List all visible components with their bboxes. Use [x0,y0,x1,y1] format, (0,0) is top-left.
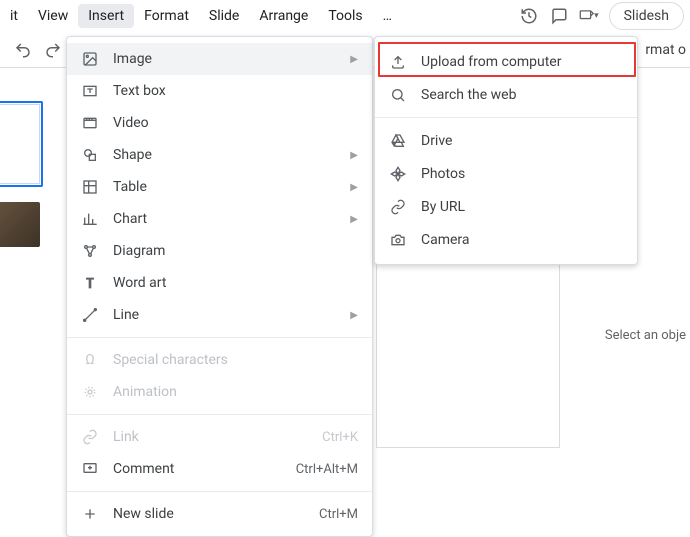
menu-item-animation: Animation [67,376,372,408]
menu-item-label: By URL [421,199,623,215]
menu-item-label: Animation [113,384,358,400]
menu-item-textbox[interactable]: Text box [67,75,372,107]
menu-item-table[interactable]: Table ▶ [67,171,372,203]
submenu-arrow-icon: ▶ [350,150,358,161]
menubar: it View Insert Format Slide Arrange Tool… [0,0,690,32]
undo-icon[interactable] [12,39,34,61]
link-icon [389,198,407,216]
menu-item-link: Link Ctrl+K [67,421,372,453]
menu-item-label: Special characters [113,352,358,368]
menu-item-label: Text box [113,83,358,99]
menu-item-label: Line [113,307,336,323]
drive-icon [389,132,407,150]
comment-add-icon [81,460,99,478]
menu-item-image[interactable]: Image ▶ [67,43,372,75]
chart-icon [81,210,99,228]
menu-more[interactable]: … [373,4,402,28]
link-icon [81,428,99,446]
shortcut-text: Ctrl+Alt+M [296,462,358,477]
menu-item-label: Diagram [113,243,358,259]
video-icon [81,114,99,132]
sidebar-hint-text: Select an obje [605,328,686,343]
menu-item-label: Word art [113,275,358,291]
menu-item-label: Shape [113,147,336,163]
submenu-upload-from-computer[interactable]: Upload from computer [375,45,637,78]
menu-item-wordart[interactable]: Word art [67,267,372,299]
menu-item-label: Camera [421,232,623,248]
toolbar-right-text: rmat o [645,42,686,58]
shortcut-text: Ctrl+K [322,430,358,445]
menu-item-label: Link [113,429,308,445]
menu-format[interactable]: Format [134,4,199,28]
history-icon[interactable] [519,6,539,26]
redo-icon[interactable] [42,39,64,61]
menu-item-comment[interactable]: Comment Ctrl+Alt+M [67,453,372,485]
image-icon [81,50,99,68]
slide-thumbnail-2[interactable] [0,202,40,247]
photos-icon [389,165,407,183]
slide-thumbnail-1[interactable] [0,104,40,184]
canvas-placeholder [376,254,560,448]
menu-item-label: Search the web [421,87,623,103]
shape-icon [81,146,99,164]
menu-item-chart[interactable]: Chart ▶ [67,203,372,235]
menu-item-new-slide[interactable]: New slide Ctrl+M [67,498,372,530]
plus-icon [81,505,99,523]
menu-item-label: Chart [113,211,336,227]
menu-insert[interactable]: Insert [78,4,134,28]
menu-item-label: New slide [113,506,305,522]
menu-edit-truncated[interactable]: it [0,4,28,28]
menu-item-label: Table [113,179,336,195]
menu-item-video[interactable]: Video [67,107,372,139]
menu-item-label: Photos [421,166,623,182]
menu-item-label: Comment [113,461,282,477]
submenu-by-url[interactable]: By URL [375,190,637,223]
special-characters-icon: Ω [81,351,99,369]
menu-slide[interactable]: Slide [199,4,249,28]
upload-icon [389,53,407,71]
menu-item-label: Upload from computer [421,54,623,70]
menu-item-label: Image [113,51,336,67]
submenu-arrow-icon: ▶ [350,182,358,193]
menubar-right: ▾ Slidesh [519,2,684,30]
menu-separator [67,491,372,492]
animation-icon [81,383,99,401]
shortcut-text: Ctrl+M [319,507,358,522]
menu-tools[interactable]: Tools [318,4,372,28]
present-icon[interactable]: ▾ [579,6,599,26]
camera-icon [389,231,407,249]
menu-separator [67,337,372,338]
menu-arrange[interactable]: Arrange [249,4,318,28]
comment-icon[interactable] [549,6,569,26]
line-icon [81,306,99,324]
diagram-icon [81,242,99,260]
submenu-arrow-icon: ▶ [350,214,358,225]
menu-item-diagram[interactable]: Diagram [67,235,372,267]
table-icon [81,178,99,196]
menu-separator [375,117,637,118]
slide-panel [0,68,60,536]
submenu-arrow-icon: ▶ [350,54,358,65]
menu-item-label: Video [113,115,358,131]
menu-item-special-characters: Ω Special characters [67,344,372,376]
menu-separator [67,414,372,415]
insert-dropdown: Image ▶ Text box Video Shape ▶ Table ▶ C… [66,36,373,537]
slideshow-button[interactable]: Slidesh [609,2,684,30]
menu-item-line[interactable]: Line ▶ [67,299,372,331]
search-icon [389,86,407,104]
textbox-icon [81,82,99,100]
wordart-icon [81,274,99,292]
submenu-photos[interactable]: Photos [375,157,637,190]
image-submenu: Upload from computer Search the web Driv… [374,36,638,265]
submenu-camera[interactable]: Camera [375,223,637,256]
submenu-arrow-icon: ▶ [350,310,358,321]
submenu-drive[interactable]: Drive [375,124,637,157]
menu-item-label: Drive [421,133,623,149]
submenu-search-web[interactable]: Search the web [375,78,637,111]
menu-view[interactable]: View [28,4,78,28]
menu-item-shape[interactable]: Shape ▶ [67,139,372,171]
